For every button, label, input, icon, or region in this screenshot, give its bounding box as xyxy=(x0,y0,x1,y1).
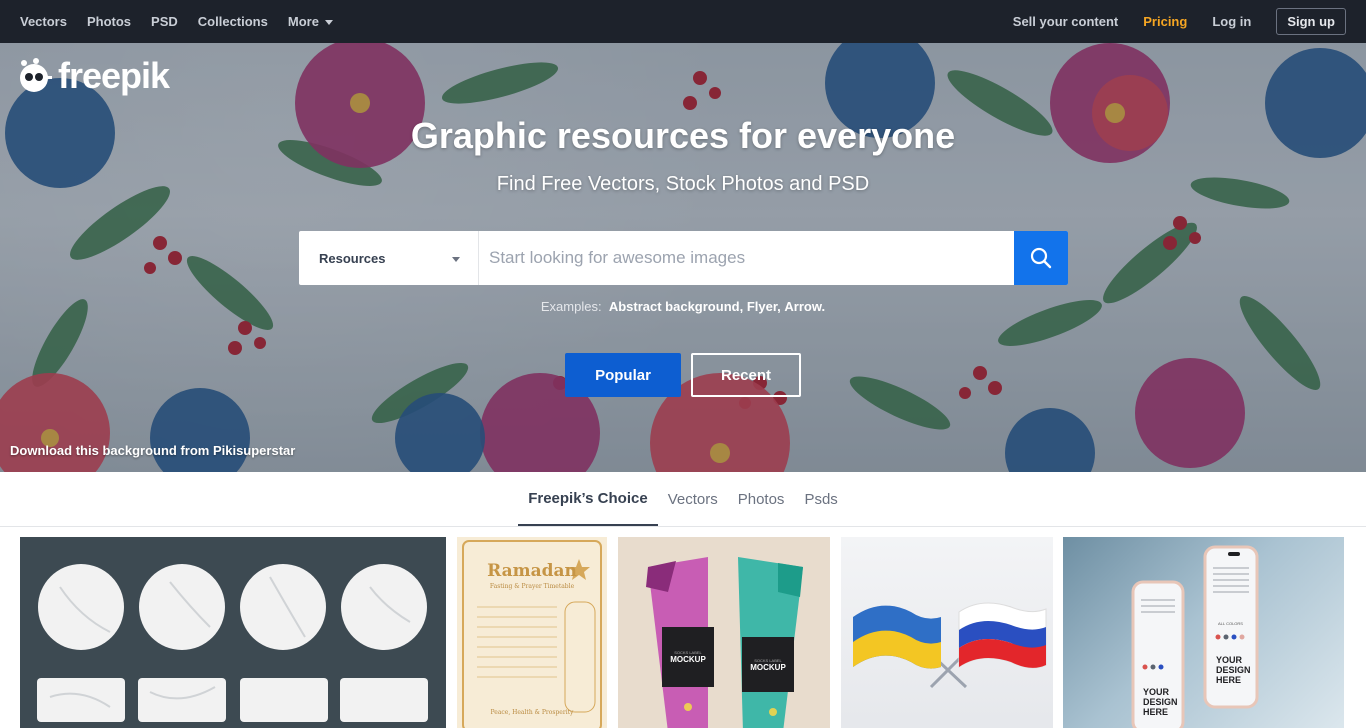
phone-colors-label: ALL COLORS xyxy=(1218,621,1243,626)
socks-label-right: SOCKS LABEL MOCKUP xyxy=(742,637,794,692)
search-examples: Examples: Abstract background, Flyer, Ar… xyxy=(0,299,1366,314)
search-input[interactable] xyxy=(479,231,1014,285)
phone-text-line: HERE xyxy=(1216,675,1242,685)
category-tabs: Freepik’s Choice Vectors Photos Psds xyxy=(0,472,1366,527)
nav-sell-content[interactable]: Sell your content xyxy=(1013,14,1118,29)
hero-subtitle: Find Free Vectors, Stock Photos and PSD xyxy=(496,173,870,195)
popular-button[interactable]: Popular xyxy=(565,353,681,397)
example-arrow[interactable]: Arrow. xyxy=(784,299,825,314)
socks-mockup-text: MOCKUP xyxy=(750,662,786,672)
gallery-item-phone-mockup[interactable]: ALL COLORS YOUR DESIGN HERE YOUR DESIGN … xyxy=(1063,537,1344,728)
ramadan-footer: Peace, Health & Prosperity xyxy=(490,709,574,716)
search-button[interactable] xyxy=(1014,231,1068,285)
hero: freepik Graphic resources for everyone F… xyxy=(0,43,1366,472)
nav-more[interactable]: More xyxy=(288,14,333,29)
nav-psd[interactable]: PSD xyxy=(151,14,178,29)
top-nav: Vectors Photos PSD Collections More Sell… xyxy=(0,0,1366,43)
chevron-down-icon xyxy=(452,256,460,262)
socks-mockup-text: MOCKUP xyxy=(670,655,706,664)
resource-gallery: Ramadan Fasting & Prayer Timetable Peace… xyxy=(0,537,1366,728)
hero-title: Graphic resources for everyone xyxy=(410,115,956,156)
tab-vectors[interactable]: Vectors xyxy=(658,472,728,526)
phone-text-line: YOUR xyxy=(1216,655,1243,665)
nav-login[interactable]: Log in xyxy=(1212,14,1251,29)
socks-label-left: SOCKS LABEL MOCKUP xyxy=(662,627,714,687)
phone-design-text-right: YOUR DESIGN HERE xyxy=(1216,655,1251,685)
tab-freepiks-choice[interactable]: Freepik’s Choice xyxy=(518,472,658,526)
gallery-item-ramadan-timetable[interactable]: Ramadan Fasting & Prayer Timetable Peace… xyxy=(457,537,607,728)
phone-text-line: YOUR xyxy=(1143,687,1170,697)
chevron-down-icon xyxy=(324,20,333,25)
example-flyer[interactable]: Flyer, xyxy=(747,299,781,314)
nav-pricing[interactable]: Pricing xyxy=(1143,14,1187,29)
examples-label: Examples: xyxy=(540,299,602,314)
socks-mockup-thumbnail xyxy=(646,557,803,728)
gallery-item-ukraine-russia-flags[interactable] xyxy=(841,537,1053,728)
phone-text-line: DESIGN xyxy=(1216,665,1251,675)
gallery-item-paper-stickers[interactable] xyxy=(20,537,446,728)
logo-text: freepik xyxy=(58,55,170,96)
flags-thumbnail xyxy=(853,602,1047,689)
top-nav-left: Vectors Photos PSD Collections More xyxy=(0,14,333,29)
search-bar: Resources xyxy=(299,231,1068,285)
resource-type-select[interactable]: Resources xyxy=(299,231,479,285)
nav-more-label: More xyxy=(287,14,319,29)
ramadan-title: Ramadan xyxy=(487,561,577,581)
top-nav-right: Sell your content Pricing Log in Sign up xyxy=(988,8,1366,35)
resource-type-label: Resources xyxy=(319,250,386,266)
freepik-logo[interactable]: freepik xyxy=(14,55,170,97)
phone-mockup-thumbnail xyxy=(1131,545,1259,728)
phone-design-text-left: YOUR DESIGN HERE xyxy=(1143,687,1178,717)
nav-vectors[interactable]: Vectors xyxy=(20,14,67,29)
phone-text-line: HERE xyxy=(1143,707,1169,717)
phone-text-line: DESIGN xyxy=(1143,697,1178,707)
search-icon xyxy=(1030,247,1052,269)
tab-photos[interactable]: Photos xyxy=(728,472,795,526)
example-abstract-background[interactable]: Abstract background, xyxy=(609,299,743,314)
paper-stickers-thumbnail xyxy=(37,564,428,722)
freepik-mascot-icon xyxy=(20,58,52,92)
background-credit-link[interactable]: Download this background from Pikisupers… xyxy=(10,443,295,458)
nav-collections[interactable]: Collections xyxy=(198,14,268,29)
tab-psds[interactable]: Psds xyxy=(794,472,847,526)
signup-button[interactable]: Sign up xyxy=(1276,8,1346,35)
ramadan-subtitle: Fasting & Prayer Timetable xyxy=(489,583,575,590)
nav-photos[interactable]: Photos xyxy=(87,14,131,29)
recent-button[interactable]: Recent xyxy=(691,353,801,397)
gallery-item-socks-mockup[interactable]: SOCKS LABEL MOCKUP SOCKS LABEL MOCKUP xyxy=(618,537,830,728)
